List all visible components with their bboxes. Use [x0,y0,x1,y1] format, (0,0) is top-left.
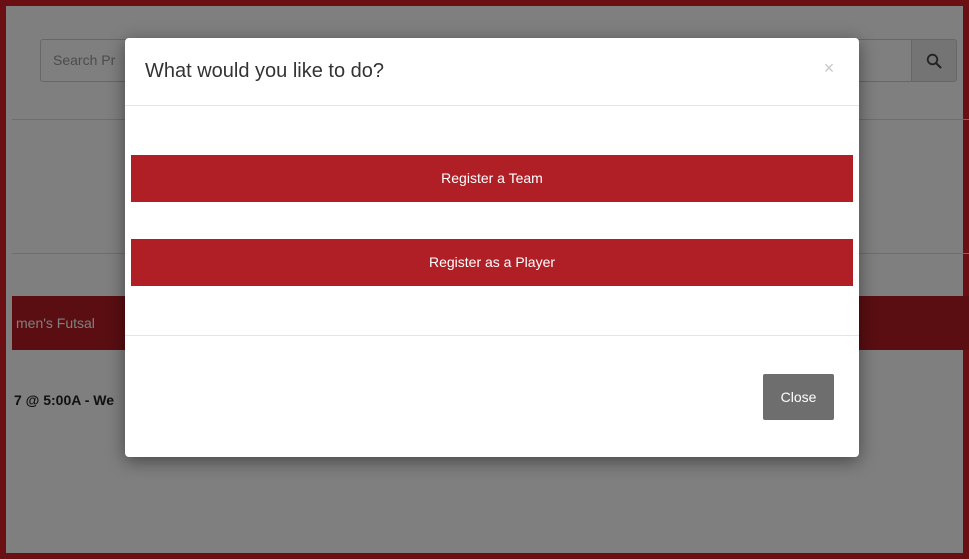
modal-header: What would you like to do? × [125,38,859,106]
close-icon[interactable]: × [817,56,841,80]
register-player-button[interactable]: Register as a Player [131,239,853,286]
modal-title: What would you like to do? [145,60,385,82]
modal-footer-divider [125,335,859,336]
registration-modal: What would you like to do? × Register a … [125,38,859,457]
close-button[interactable]: Close [763,374,834,420]
register-team-button[interactable]: Register a Team [131,155,853,202]
